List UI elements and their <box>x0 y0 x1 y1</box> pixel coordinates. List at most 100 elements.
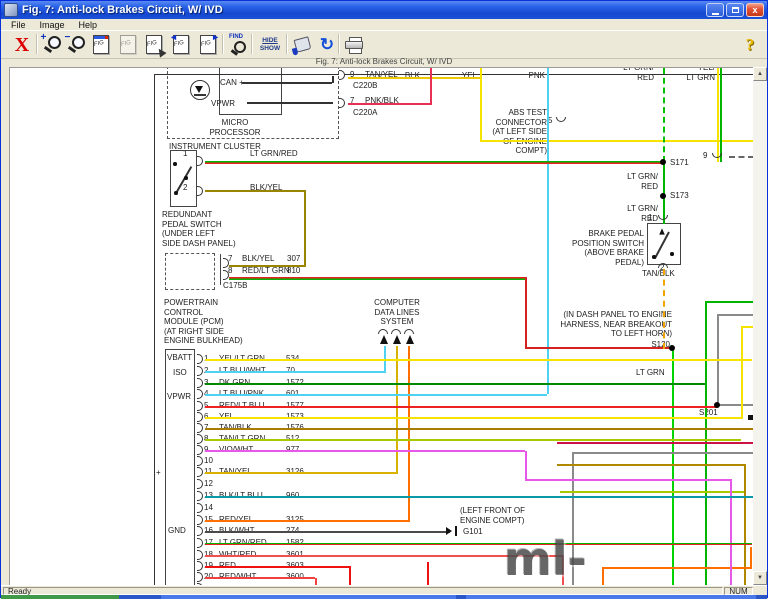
label-0-color: BLK/YEL <box>242 254 274 264</box>
wire-segment <box>205 520 408 522</box>
connector-arc <box>391 329 401 334</box>
zoom-in-button[interactable]: + <box>39 32 65 57</box>
wire-segment <box>557 442 754 444</box>
label-0-circuit: 307 <box>287 254 300 264</box>
wire-segment <box>741 326 743 419</box>
menu-file[interactable]: File <box>5 20 32 30</box>
pcm-pin-label-box <box>165 349 195 586</box>
label-g101-lines: (LEFT FRONT OFENGINE COMPT) <box>460 506 530 525</box>
label-rps-label: REDUNDANTPEDAL SWITCH(UNDER LEFTSIDE DAS… <box>162 210 252 248</box>
bps-switch-arrow <box>659 228 665 234</box>
figure-caption: Fig. 7: Anti-lock Brakes Circuit, W/ IVD <box>1 57 767 67</box>
window-title: Fig. 7: Anti-lock Brakes Circuit, W/ IVD <box>22 4 706 16</box>
label-c175b-conn: C175B <box>223 281 247 291</box>
wire-segment <box>525 277 527 349</box>
pcm-pin-number: 10 <box>204 456 213 466</box>
close-figure-button[interactable]: X <box>9 32 35 57</box>
wire-segment <box>480 140 754 142</box>
ground-bar-icon <box>455 526 457 536</box>
connector-arc <box>658 263 668 268</box>
scroll-down-button[interactable]: ▼ <box>753 571 767 585</box>
print-button[interactable] <box>341 32 367 57</box>
taskbar-window-sliver[interactable] <box>466 595 756 599</box>
wire-segment <box>480 68 482 142</box>
select-figure-button[interactable]: FIG <box>141 32 167 57</box>
title-bar[interactable]: Fig. 7: Anti-lock Brakes Circuit, W/ IVD… <box>1 1 767 19</box>
wire-segment <box>663 269 665 349</box>
minimize-button[interactable] <box>706 3 724 17</box>
label-mid_labels-lt_grn_red_1: LT GRN/RED <box>608 172 658 191</box>
view-figure-button[interactable]: FIG <box>88 32 114 57</box>
label-1-color: RED/LT GRN <box>242 266 290 276</box>
connector-arc <box>339 98 345 108</box>
pcm-pin-connector <box>197 479 203 489</box>
hide-show-button[interactable]: HIDESHOW <box>255 32 285 57</box>
taskbar[interactable] <box>1 595 767 599</box>
wire-segment <box>205 472 396 474</box>
diagram-canvas[interactable]: ml-club.ru 9TAN/YELC220B7PNK/BLKC220ACAN… <box>9 67 754 586</box>
menu-bar: File Image Help <box>1 20 767 30</box>
highlight-button[interactable] <box>289 32 315 57</box>
pcm-pin-connector <box>197 401 203 411</box>
wire-segment <box>705 301 754 303</box>
figure-hand-icon: FIG <box>146 35 162 54</box>
cluster-internal-line <box>247 102 333 104</box>
label-1-circuit: 810 <box>287 266 300 276</box>
wire-segment <box>205 190 306 192</box>
ground-arrow-icon <box>446 527 452 535</box>
taskbar-window-sliver[interactable] <box>161 595 456 599</box>
wire-segment <box>572 452 754 454</box>
switch-terminal <box>652 255 656 259</box>
cluster-internal-line <box>332 76 334 83</box>
scroll-up-button[interactable]: ▲ <box>753 67 767 81</box>
wire-segment <box>396 346 398 474</box>
wire-segment <box>349 566 351 586</box>
pcm-pin-connector <box>197 354 203 364</box>
menu-image[interactable]: Image <box>34 20 71 30</box>
label-diagram-s120_note: (IN DASH PANEL TO ENGINEHARNESS, NEAR BR… <box>532 310 672 339</box>
connector-arc <box>556 117 566 122</box>
diagram-frame-line <box>154 74 155 586</box>
forward-figure-button[interactable]: ►FIG <box>195 32 221 57</box>
wire-segment <box>205 566 349 568</box>
vertical-scrollbar[interactable]: ▲ ▼ <box>753 67 767 585</box>
menu-help[interactable]: Help <box>73 20 104 30</box>
label-mid_labels-lt_grn: LT GRN <box>636 368 665 378</box>
wire-segment <box>205 496 754 498</box>
figure-back-icon: ◄FIG <box>173 35 189 54</box>
zoom-out-button[interactable]: − <box>63 32 89 57</box>
toolbar-separator <box>36 34 38 54</box>
wire-segment <box>205 383 705 385</box>
wire-segment <box>717 314 754 316</box>
close-button[interactable]: x <box>746 3 764 17</box>
connector-arc <box>339 70 345 80</box>
restore-button[interactable] <box>726 3 744 17</box>
wire-segment <box>229 277 527 280</box>
pcm-pin-connector <box>197 561 203 571</box>
refresh-button[interactable]: ↻ <box>314 32 340 57</box>
find-button[interactable]: FIND <box>225 32 251 57</box>
wire-segment <box>348 77 480 79</box>
help-button[interactable]: ? <box>737 32 763 57</box>
toolbar-separator <box>251 34 253 54</box>
switch-terminal <box>174 191 178 195</box>
connector-arc <box>404 329 414 334</box>
toolbar-separator <box>338 34 340 54</box>
pcm-pin-connector <box>197 366 203 376</box>
label-mid_labels-tan_blk: TAN/BLK <box>642 269 675 279</box>
wire-segment <box>205 428 754 430</box>
toolbar-separator <box>222 34 224 54</box>
pcm-pin-connector <box>197 538 203 548</box>
start-button-sliver[interactable] <box>1 595 119 599</box>
wire-segment <box>205 531 450 533</box>
pcm-pin-connector <box>197 515 203 525</box>
wire-segment <box>229 265 306 267</box>
pcm-pin-connector <box>197 378 203 388</box>
c175b-spine <box>220 254 221 285</box>
wire-segment <box>205 371 384 373</box>
back-figure-button[interactable]: ◄FIG <box>168 32 194 57</box>
label-mid_labels-conn9: 9 <box>703 151 707 161</box>
zoom-out-icon: − <box>67 35 86 54</box>
label-splices-s171: S171 <box>670 158 689 168</box>
wire-segment <box>717 68 719 162</box>
